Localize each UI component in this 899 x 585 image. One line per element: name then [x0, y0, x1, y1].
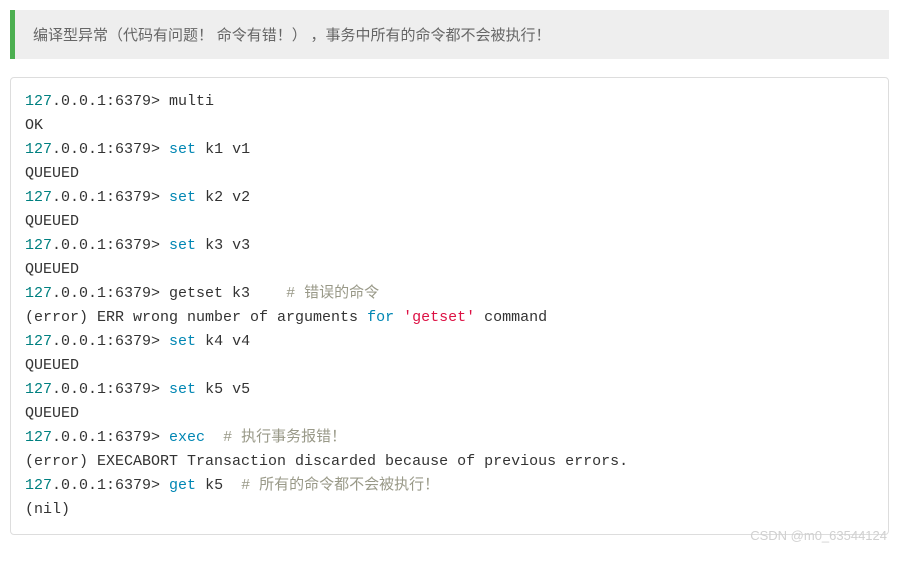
code-token: exec	[169, 429, 205, 446]
code-line: QUEUED	[25, 258, 874, 282]
code-token: set	[169, 141, 196, 158]
code-token: 127	[25, 477, 52, 494]
code-token: k5	[196, 477, 241, 494]
code-line: 127.0.0.1:6379> exec # 执行事务报错！	[25, 426, 874, 450]
code-token: OK	[25, 117, 43, 134]
code-block: 127.0.0.1:6379> multiOK127.0.0.1:6379> s…	[10, 77, 889, 535]
code-token: # 执行事务报错！	[223, 429, 346, 446]
code-line: OK	[25, 114, 874, 138]
code-line: 127.0.0.1:6379> set k3 v3	[25, 234, 874, 258]
code-token: set	[169, 237, 196, 254]
code-token: .0.0.1:6379> getset k3	[52, 285, 286, 302]
code-token: .0.0.1:6379>	[52, 189, 169, 206]
code-line: 127.0.0.1:6379> getset k3 # 错误的命令	[25, 282, 874, 306]
code-token: set	[169, 381, 196, 398]
code-line: QUEUED	[25, 162, 874, 186]
code-token: k2 v2	[196, 189, 250, 206]
code-token: 127	[25, 141, 52, 158]
code-line: QUEUED	[25, 402, 874, 426]
code-token: QUEUED	[25, 165, 79, 182]
code-token: 127	[25, 93, 52, 110]
code-token: command	[475, 309, 547, 326]
code-token: .0.0.1:6379>	[52, 141, 169, 158]
quote-text: 编译型异常（代码有问题！ 命令有错！） ，事务中所有的命令都不会被执行！	[33, 26, 550, 44]
code-line: 127.0.0.1:6379> multi	[25, 90, 874, 114]
code-token: .0.0.1:6379>	[52, 429, 169, 446]
code-token: 127	[25, 189, 52, 206]
code-token: .0.0.1:6379>	[52, 477, 169, 494]
code-line: (error) ERR wrong number of arguments fo…	[25, 306, 874, 330]
code-token	[394, 309, 403, 326]
code-token: for	[367, 309, 394, 326]
code-line: 127.0.0.1:6379> set k4 v4	[25, 330, 874, 354]
code-token: set	[169, 189, 196, 206]
code-token: QUEUED	[25, 213, 79, 230]
code-token: QUEUED	[25, 357, 79, 374]
code-token: 127	[25, 285, 52, 302]
code-token: 127	[25, 381, 52, 398]
code-token: (error) ERR wrong number of arguments	[25, 309, 367, 326]
code-line: QUEUED	[25, 210, 874, 234]
code-line: (nil)	[25, 498, 874, 522]
code-token: # 错误的命令	[286, 285, 379, 302]
code-token: # 所有的命令都不会被执行！	[241, 477, 439, 494]
code-line: 127.0.0.1:6379> get k5 # 所有的命令都不会被执行！	[25, 474, 874, 498]
code-token: QUEUED	[25, 261, 79, 278]
code-line: 127.0.0.1:6379> set k2 v2	[25, 186, 874, 210]
code-token: (error) EXECABORT Transaction discarded …	[25, 453, 628, 470]
code-token: QUEUED	[25, 405, 79, 422]
code-token: 127	[25, 429, 52, 446]
code-line: (error) EXECABORT Transaction discarded …	[25, 450, 874, 474]
code-line: QUEUED	[25, 354, 874, 378]
code-token: .0.0.1:6379>	[52, 333, 169, 350]
code-token: (nil)	[25, 501, 70, 518]
code-token: k3 v3	[196, 237, 250, 254]
code-token: .0.0.1:6379>	[52, 237, 169, 254]
code-token: .0.0.1:6379>	[52, 381, 169, 398]
code-token: set	[169, 333, 196, 350]
code-token: k5 v5	[196, 381, 250, 398]
code-line: 127.0.0.1:6379> set k5 v5	[25, 378, 874, 402]
code-token: k4 v4	[196, 333, 250, 350]
quote-block: 编译型异常（代码有问题！ 命令有错！） ，事务中所有的命令都不会被执行！	[10, 10, 889, 59]
code-token: 'getset'	[403, 309, 475, 326]
code-token: 127	[25, 237, 52, 254]
code-token: k1 v1	[196, 141, 250, 158]
code-token: .0.0.1:6379> multi	[52, 93, 214, 110]
code-line: 127.0.0.1:6379> set k1 v1	[25, 138, 874, 162]
code-token	[205, 429, 223, 446]
code-token: get	[169, 477, 196, 494]
code-token: 127	[25, 333, 52, 350]
